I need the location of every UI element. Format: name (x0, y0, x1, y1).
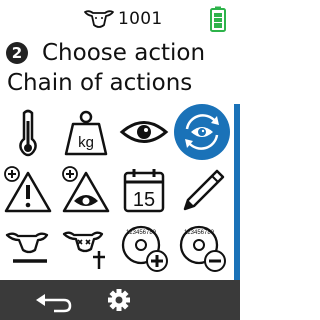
settings-button[interactable] (104, 286, 134, 314)
action-remove-tag[interactable]: 123456789 (174, 220, 230, 276)
action-observe[interactable] (116, 104, 172, 160)
title-block: 2 Choose action Chain of actions (0, 38, 240, 98)
tag-number-label: 123456789 (126, 230, 157, 236)
action-thermometer[interactable] (0, 104, 56, 160)
action-add-tag[interactable]: 123456789 (116, 220, 172, 276)
action-grid: kg 15 123456789 123456789 (0, 104, 234, 280)
action-schedule[interactable]: 15 (116, 162, 172, 218)
tag-number-label: 123456789 (184, 230, 215, 236)
action-add-alert[interactable] (0, 162, 56, 218)
action-add-observation-alert[interactable] (58, 162, 114, 218)
step-number-badge: 2 (6, 42, 28, 64)
page-subtitle: Chain of actions (7, 70, 193, 96)
kg-label: kg (78, 134, 94, 151)
calendar-icon: 15 (123, 169, 165, 213)
action-animal-died[interactable] (58, 220, 114, 276)
calendar-day-label: 15 (133, 189, 155, 211)
tag-add-icon: 123456789 (121, 225, 168, 272)
pencil-icon (183, 169, 225, 211)
warning-add-icon (4, 166, 52, 213)
thermometer-icon (19, 109, 37, 157)
cow-dead-icon (62, 231, 105, 269)
weight-kg-icon: kg (64, 110, 108, 156)
cow-head-icon (84, 10, 114, 28)
tag-remove-icon: 123456789 (179, 225, 226, 272)
back-button[interactable] (34, 286, 74, 314)
action-weigh[interactable]: kg (58, 104, 114, 160)
action-observe-repeat[interactable] (174, 104, 230, 160)
scrollbar[interactable] (234, 104, 240, 280)
eye-cycle-icon (185, 114, 219, 150)
cow-remove-icon (5, 232, 49, 263)
animal-id: 1001 (84, 8, 162, 30)
bottom-bar (0, 280, 240, 320)
battery-icon (210, 6, 226, 32)
status-bar: 1001 (0, 0, 240, 36)
animal-number: 1001 (118, 9, 163, 29)
eye-icon (119, 121, 169, 143)
action-edit[interactable] (174, 162, 230, 218)
back-arrow-icon (36, 294, 72, 313)
action-remove-animal[interactable] (0, 220, 56, 276)
eye-warning-add-icon (62, 166, 110, 213)
gear-icon (108, 289, 130, 311)
page-title: Choose action (42, 40, 206, 66)
